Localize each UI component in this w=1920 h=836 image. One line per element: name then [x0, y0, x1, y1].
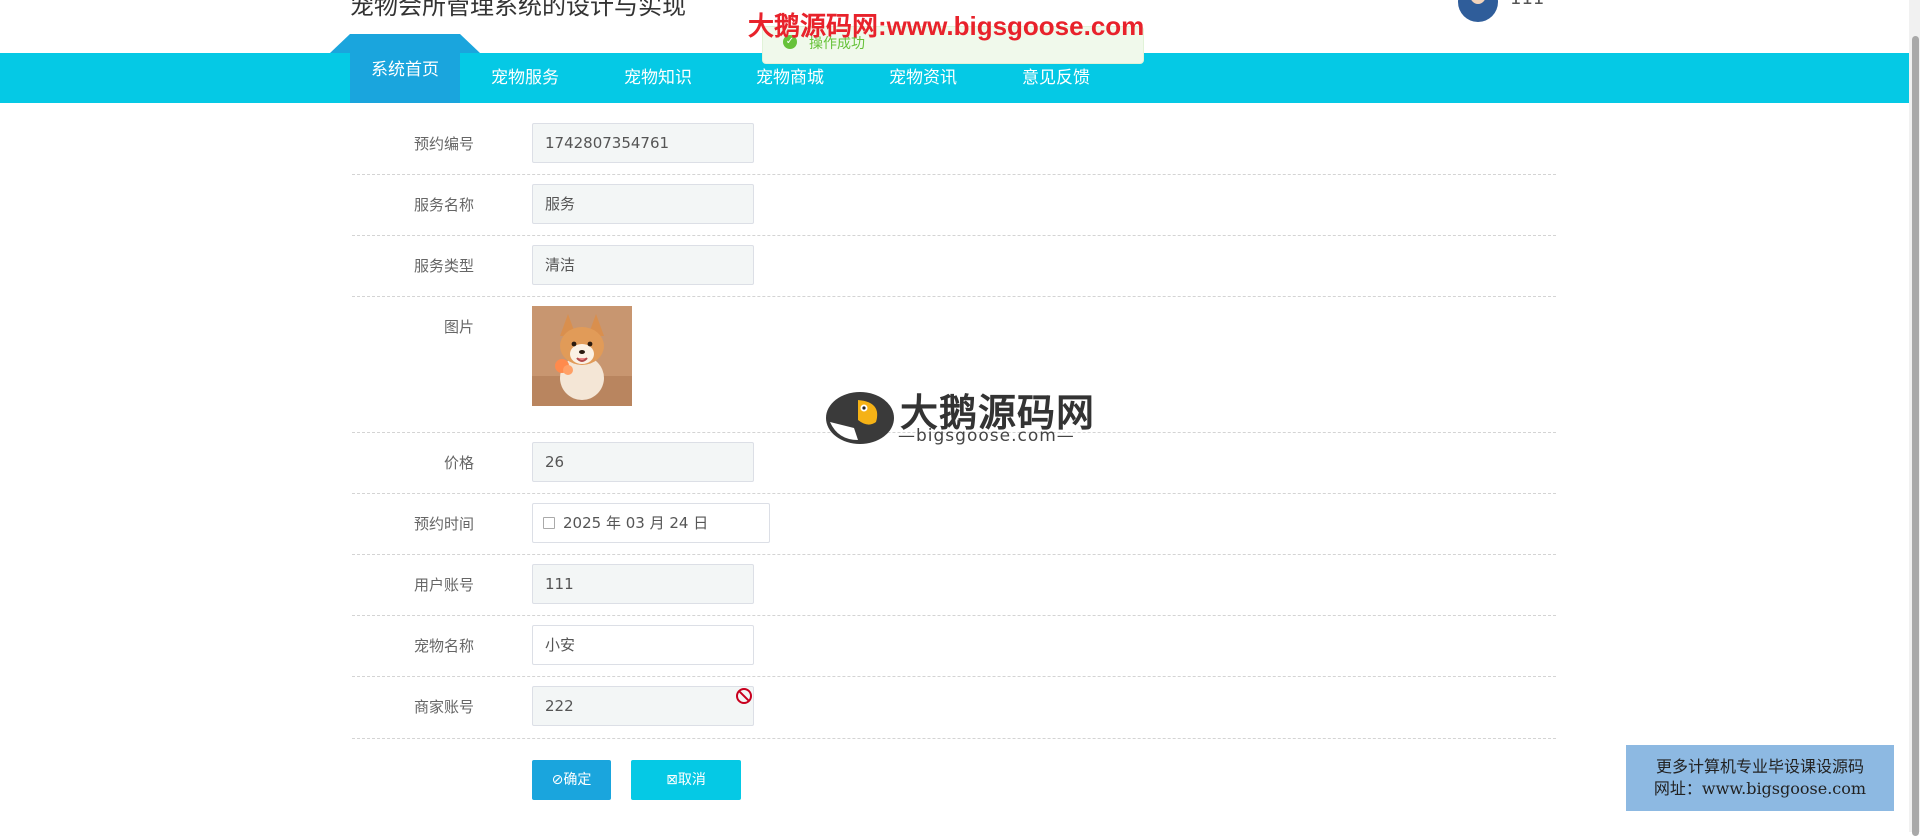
site-title: 宠物会所管理系统的设计与实现	[350, 0, 686, 20]
appointment-time-picker[interactable]: 2025 年 03 月 24 日	[532, 503, 770, 543]
pet-photo	[532, 306, 632, 406]
nav-item-label: 系统首页	[371, 60, 439, 80]
form-row-appointment-no: 预约编号 1742807354761	[352, 113, 1556, 175]
promo-line-1: 更多计算机专业毕设课设源码	[1655, 757, 1864, 776]
field-label: 价格	[443, 454, 474, 472]
cancel-label: 取消	[677, 772, 706, 788]
not-allowed-icon	[736, 688, 752, 704]
form-row-merchant-account: 商家账号 222	[352, 676, 1556, 739]
check-circle-icon: ⊘	[551, 772, 564, 788]
price-field[interactable]: 26	[532, 442, 754, 482]
service-type-field[interactable]: 清洁	[532, 245, 754, 285]
scrollbar-thumb[interactable]	[1912, 36, 1919, 836]
nav-item-home[interactable]: 系统首页	[330, 34, 480, 103]
username[interactable]: 111	[1510, 0, 1544, 9]
calendar-icon	[543, 516, 555, 529]
field-label: 用户账号	[413, 576, 474, 594]
chevron-down-icon[interactable]: ▾	[1543, 0, 1549, 2]
logo-subtitle: —bigsgoose.com—	[898, 426, 1075, 446]
field-label: 服务类型	[413, 257, 474, 275]
field-label: 服务名称	[413, 196, 474, 214]
field-label: 预约编号	[413, 135, 474, 153]
watermark-logo: 大鹅源码网 —bigsgoose.com—	[824, 384, 1100, 448]
form-row-user-account: 用户账号 111	[352, 554, 1556, 616]
field-label: 图片	[443, 318, 474, 336]
form-row-service-name: 服务名称 服务	[352, 174, 1556, 236]
pet-name-field[interactable]: 小安	[532, 625, 754, 665]
avatar[interactable]	[1458, 0, 1498, 22]
form-row-service-type: 服务类型 清洁	[352, 235, 1556, 297]
field-label: 商家账号	[413, 698, 474, 716]
close-box-icon: ⊠	[666, 772, 678, 788]
confirm-label: 确定	[563, 772, 592, 788]
confirm-button[interactable]: ⊘确定	[532, 760, 611, 800]
nav-item-pet-knowledge[interactable]: 宠物知识	[624, 53, 692, 103]
dog-image	[532, 306, 632, 406]
nav-item-pet-service[interactable]: 宠物服务	[491, 53, 559, 103]
merchant-account-field[interactable]: 222	[532, 686, 754, 726]
promo-banner: 更多计算机专业毕设课设源码 网址：www.bigsgoose.com	[1626, 745, 1894, 811]
date-value: 2025 年 03 月 24 日	[563, 514, 709, 532]
user-account-field[interactable]: 111	[532, 564, 754, 604]
cancel-button[interactable]: ⊠取消	[631, 760, 741, 800]
goose-logo-icon	[826, 392, 894, 444]
field-label: 宠物名称	[413, 637, 474, 655]
watermark-banner: 大鹅源码网:www.bigsgoose.com	[748, 11, 1145, 41]
field-label: 预约时间	[413, 515, 474, 533]
form-row-pet-name: 宠物名称 小安	[352, 615, 1556, 677]
appointment-no-field[interactable]: 1742807354761	[532, 123, 754, 163]
promo-line-2: 网址：www.bigsgoose.com	[1653, 779, 1867, 798]
service-name-field[interactable]: 服务	[532, 184, 754, 224]
form-row-appointment-time: 预约时间 2025 年 03 月 24 日	[352, 493, 1556, 555]
